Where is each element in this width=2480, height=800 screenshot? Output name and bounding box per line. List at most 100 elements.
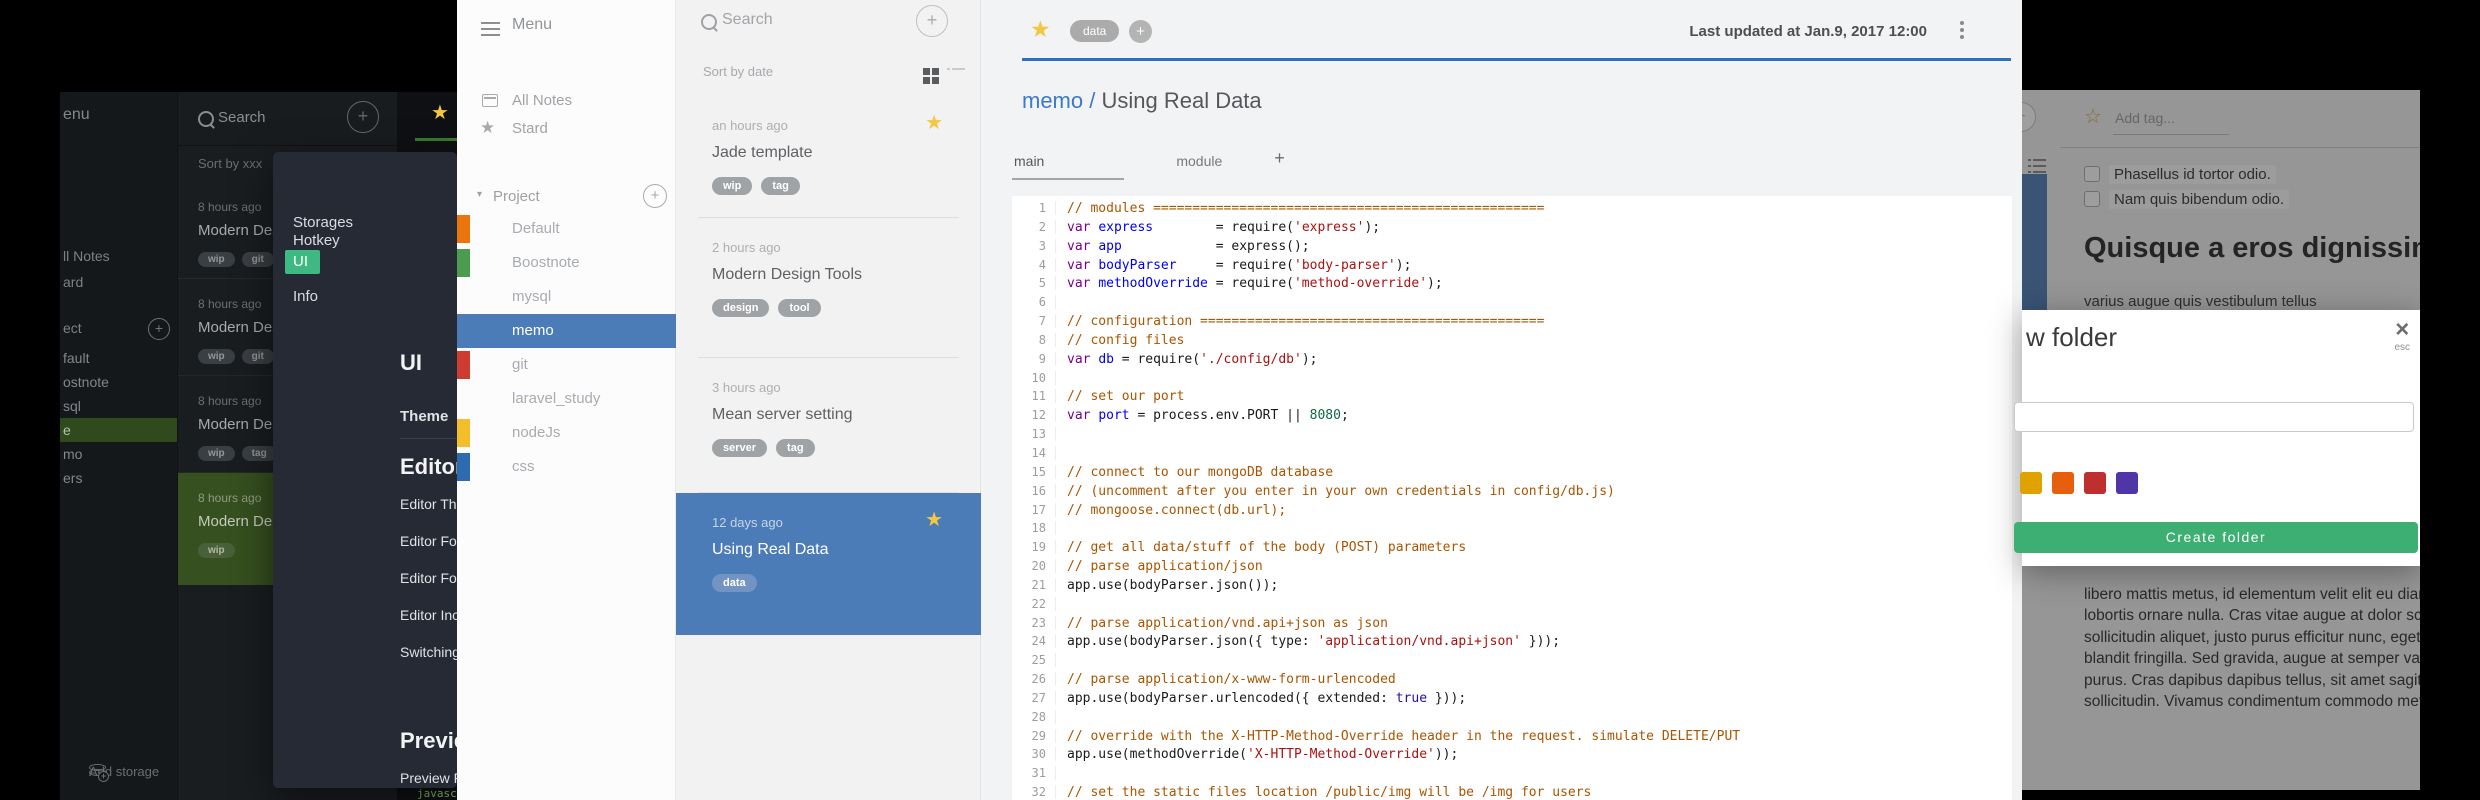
settings-row[interactable]: Editor Inc (400, 607, 457, 623)
code-token: // (uncomment after you enter in your ow… (1067, 483, 1615, 499)
settings-row[interactable]: Preview F (400, 770, 457, 786)
tag-pill[interactable]: design (712, 299, 770, 317)
settings-row-theme[interactable]: Theme (400, 408, 448, 425)
note-card[interactable]: 2 hours ago Modern Design Tools design tool (676, 218, 981, 358)
tag-pill[interactable]: tag (776, 439, 815, 457)
new-note-button[interactable]: + (916, 5, 948, 37)
star-icon[interactable]: ★ (925, 110, 943, 135)
dark-sidebar-item-all-notes[interactable]: ll Notes (63, 248, 110, 264)
dark-sort-control[interactable]: Sort by xxx (198, 156, 262, 171)
dark-folder-item[interactable]: ers (60, 466, 177, 490)
tag-pill[interactable]: tag (761, 177, 800, 195)
sidebar-folder-item[interactable]: Boostnote (457, 246, 676, 280)
breadcrumb-folder[interactable]: memo / (1022, 88, 1095, 113)
star-icon[interactable]: ★ (431, 100, 449, 125)
dark-new-note-button[interactable]: + (347, 101, 379, 133)
dark-sidebar-item-starred[interactable]: ard (63, 274, 83, 290)
code-line: 18 (1012, 521, 2012, 540)
menu-label[interactable]: Menu (512, 16, 552, 34)
dark-folder-item[interactable]: fault (60, 346, 177, 370)
sidebar-folder-item[interactable]: git (457, 348, 676, 382)
tag-pill[interactable]: tool (778, 299, 821, 317)
snippet-tabs: main module + (1012, 148, 1285, 180)
code-line: 23 // parse application/vnd.api+json as j… (1012, 615, 2012, 635)
chevron-down-icon[interactable]: ▾ (477, 189, 482, 200)
kebab-menu-icon[interactable] (1960, 21, 1964, 39)
settings-nav-item[interactable]: Storages (293, 214, 353, 231)
dark-add-folder-button[interactable]: + (148, 318, 170, 340)
add-folder-button[interactable]: + (643, 184, 667, 208)
tag-pill[interactable]: git (241, 252, 274, 267)
folder-name-input[interactable] (2014, 402, 2414, 432)
star-icon[interactable]: ★ (925, 507, 943, 532)
sidebar-folder-item[interactable]: css (457, 450, 676, 484)
dark-add-storage-button[interactable]: + Add storage (63, 764, 159, 782)
sidebar-folder-item[interactable]: Default (457, 212, 676, 246)
sidebar-folder-item[interactable]: nodeJs (457, 416, 676, 450)
color-swatch[interactable] (2052, 472, 2074, 494)
code-token: var (1067, 408, 1091, 424)
sidebar-folder-item[interactable]: memo (457, 314, 676, 348)
close-icon[interactable]: × (2394, 318, 2410, 342)
color-swatch[interactable] (2116, 472, 2138, 494)
settings-section-preview: Previe (400, 728, 457, 753)
dark-search-input[interactable]: Search (218, 109, 266, 126)
tag-pill[interactable]: wip (198, 252, 235, 267)
list-view-icon[interactable] (947, 68, 965, 84)
color-swatch[interactable] (2084, 472, 2106, 494)
tab-main[interactable]: main (1012, 153, 1125, 180)
settings-nav-item[interactable]: Info (293, 288, 318, 305)
sort-control[interactable]: Sort by date (703, 64, 773, 79)
code-token: = require( (1113, 351, 1201, 367)
code-token: var (1067, 257, 1091, 273)
sidebar-item-starred[interactable]: Stard (512, 120, 548, 137)
settings-row[interactable]: Editor Th (400, 496, 457, 512)
hamburger-icon[interactable] (481, 22, 500, 36)
note-tags: wip tag (712, 176, 981, 195)
sidebar-folder-item[interactable]: laravel_study (457, 382, 676, 416)
dark-folder-item[interactable]: e (60, 418, 177, 442)
code-token: })); (1427, 690, 1467, 706)
new-tab-button[interactable]: + (1274, 148, 1285, 169)
note-card[interactable]: an hours ago Jade template wip tag ★ (676, 96, 981, 218)
dark-menu-label[interactable]: enu (63, 106, 90, 124)
line-number: 2 (1012, 219, 1056, 234)
settings-nav-item[interactable]: UI (285, 250, 320, 274)
settings-row[interactable]: Editor Fo (400, 533, 457, 549)
tag-pill[interactable]: data (712, 574, 757, 592)
settings-nav-item[interactable]: Hotkey (293, 232, 340, 249)
sidebar-item-all-notes[interactable]: All Notes (512, 92, 572, 109)
code-line: 6 (1012, 295, 2012, 314)
page-title: Using Real Data (1095, 88, 1262, 113)
tag-pill[interactable]: wip (198, 543, 235, 558)
star-toggle-icon[interactable]: ★ (1030, 16, 1051, 43)
code-token: })); (1520, 634, 1561, 650)
code-editor[interactable]: 1 // modules ============================… (1012, 196, 2012, 800)
dark-folder-item[interactable]: mo (60, 442, 177, 466)
code-token: // configuration =======================… (1067, 314, 1545, 330)
tag-pill[interactable]: wip (198, 446, 235, 461)
grid-view-icon[interactable] (923, 68, 939, 84)
note-tag-pill[interactable]: data (1070, 20, 1120, 42)
all-notes-icon (482, 94, 498, 107)
settings-nav-item-wrap: Info (293, 288, 388, 306)
dark-folder-item[interactable]: sql (60, 394, 177, 418)
tag-pill[interactable]: wip (198, 349, 235, 364)
tag-pill[interactable]: tag (241, 446, 277, 461)
color-swatch[interactable] (2020, 472, 2042, 494)
tag-pill[interactable]: wip (712, 177, 753, 195)
add-tag-button[interactable]: + (1129, 20, 1152, 43)
search-input[interactable]: Search (722, 11, 773, 29)
create-folder-button[interactable]: Create folder (2014, 522, 2418, 553)
dark-folder-item[interactable]: ostnote (60, 370, 177, 394)
tag-pill[interactable]: git (241, 349, 274, 364)
settings-row[interactable]: Switching (400, 644, 457, 660)
sidebar-folder-item[interactable]: mysql (457, 280, 676, 314)
folder-name: css (512, 458, 535, 475)
tag-pill[interactable]: server (712, 439, 768, 457)
tab-module[interactable]: module (1176, 153, 1222, 169)
note-card[interactable]: 12 days ago Using Real Data data ★ (676, 493, 981, 635)
close-button[interactable]: × esc (2394, 318, 2410, 354)
settings-row[interactable]: Editor Fo (400, 570, 457, 586)
note-card[interactable]: 3 hours ago Mean server setting server tag (676, 358, 981, 493)
